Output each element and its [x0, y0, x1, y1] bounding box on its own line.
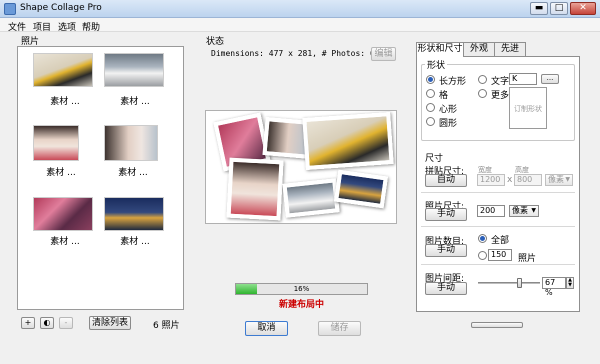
photo-thumbnail[interactable] — [104, 125, 158, 161]
tab-shape-size[interactable]: 形状和尺寸 — [416, 42, 464, 57]
photo-thumbnail[interactable] — [104, 53, 164, 87]
photo-caption: 素材 ... — [120, 97, 150, 107]
photo-thumbnail[interactable] — [104, 197, 164, 231]
progress-status: 新建布局中 — [278, 300, 324, 310]
shape-radio-grid[interactable] — [426, 89, 435, 98]
menu-file[interactable]: 文件 — [8, 20, 26, 33]
shape-option-label: 格 — [439, 91, 449, 101]
spacing-slider-thumb[interactable] — [517, 278, 522, 288]
collage-width-input[interactable]: 1200 — [477, 174, 505, 186]
photo-caption: 素材 ... — [118, 168, 148, 178]
shape-option-label: 圆形 — [439, 119, 458, 129]
divider — [421, 192, 575, 193]
photo-size-manual-button[interactable]: 手动 — [425, 208, 467, 221]
shape-radio-more[interactable] — [478, 89, 487, 98]
menu-help[interactable]: 帮助 — [82, 20, 100, 33]
shape-radio-rectangle[interactable] — [426, 75, 435, 84]
title-bar: Shape Collage Pro ▬ □ ✕ — [0, 0, 600, 18]
photo-count-input[interactable]: 150 — [488, 249, 512, 261]
close-button[interactable]: ✕ — [570, 2, 596, 15]
photo-count-unit: 照片 — [518, 254, 537, 264]
shape-radio-heart[interactable] — [426, 103, 435, 112]
tab-advanced[interactable]: 先进 — [494, 42, 526, 56]
shape-option-label: 心形 — [439, 105, 458, 115]
photo-caption: 素材 ... — [120, 237, 150, 247]
photo-spacing-manual-button[interactable]: 手动 — [425, 282, 467, 295]
collage-preview — [205, 110, 397, 224]
progress-bar: 16% — [235, 283, 368, 295]
maximize-button[interactable]: □ — [550, 2, 568, 15]
shape-option-label: 文字 — [491, 77, 510, 87]
photo-size-unit-dropdown[interactable]: 像素 ▼ — [509, 205, 539, 217]
chevron-down-icon: ▼ — [565, 176, 570, 183]
shape-option-label: 长方形 — [439, 77, 467, 87]
font-picker-button[interactable]: ... — [541, 74, 559, 84]
app-icon — [4, 3, 16, 15]
edit-button[interactable]: 编辑 — [371, 47, 396, 61]
shape-group-label: 形状 — [425, 58, 448, 71]
divider — [421, 264, 575, 265]
photo-caption: 素材 ... — [46, 168, 76, 178]
collage-photo — [334, 169, 388, 209]
custom-shape-preview[interactable]: 订制形状 — [509, 87, 547, 129]
size-separator: x — [507, 175, 513, 185]
shape-text-input[interactable]: K — [509, 73, 537, 85]
photo-thumbnail[interactable] — [33, 197, 93, 231]
shape-radio-circle[interactable] — [426, 117, 435, 126]
photo-count-manual-button[interactable]: 手动 — [425, 244, 467, 257]
shape-radio-text[interactable] — [478, 75, 487, 84]
photo-count-all-label: 全部 — [491, 236, 510, 246]
photo-count: 6 照片 — [153, 321, 180, 331]
remove-photo-button[interactable]: - — [59, 317, 73, 329]
collage-unit-dropdown[interactable]: 像素 ▼ — [545, 174, 573, 186]
spacing-spinner[interactable]: ▲ ▼ — [566, 277, 574, 289]
bottom-panel-button[interactable] — [471, 322, 523, 328]
collage-height-input[interactable]: 800 — [514, 174, 542, 186]
menu-bar: 文件 项目 选项 帮助 — [0, 18, 600, 33]
collage-photo — [282, 178, 340, 218]
photo-size-input[interactable]: 200 — [477, 205, 505, 217]
clear-list-button[interactable]: 清除列表 — [89, 316, 131, 330]
photo-list[interactable]: 素材 ... 素材 ... 素材 ... 素材 ... 素材 ... 素材 ..… — [17, 46, 184, 310]
size-section-label: 尺寸 — [425, 154, 444, 164]
collage-size-auto-button[interactable]: 自动 — [425, 174, 467, 187]
collage-unit-value: 像素 — [548, 175, 564, 184]
spacing-slider-track[interactable] — [478, 282, 540, 284]
menu-project[interactable]: 项目 — [33, 20, 51, 33]
cancel-button[interactable]: 取消 — [245, 321, 288, 336]
dimensions-text: Dimensions: 477 x 281, # Photos: 6 — [211, 49, 375, 58]
photo-caption: 素材 ... — [50, 97, 80, 107]
photo-thumbnail[interactable] — [33, 53, 93, 87]
progress-text: 16% — [293, 285, 310, 293]
photo-caption: 素材 ... — [50, 237, 80, 247]
photo-size-unit-value: 像素 — [512, 206, 528, 215]
window-title: Shape Collage Pro — [20, 3, 102, 13]
collage-photo — [302, 111, 394, 171]
tab-appearance[interactable]: 外观 — [463, 42, 495, 56]
divider — [421, 226, 575, 227]
collage-photo — [226, 157, 284, 221]
shape-option-label: 更多 — [491, 91, 510, 101]
save-button[interactable]: 储存 — [318, 321, 361, 336]
photo-count-custom-radio[interactable] — [478, 251, 487, 260]
add-photos-button[interactable]: + — [21, 317, 35, 329]
web-photos-button[interactable]: ◐ — [40, 317, 54, 329]
status-label: 状态 — [206, 37, 225, 47]
menu-options[interactable]: 选项 — [58, 20, 76, 33]
chevron-down-icon: ▼ — [531, 207, 536, 214]
photo-count-all-radio[interactable] — [478, 234, 487, 243]
spacing-value-input[interactable]: 67 % — [542, 277, 566, 297]
minimize-button[interactable]: ▬ — [530, 2, 548, 15]
photo-thumbnail[interactable] — [33, 125, 79, 161]
